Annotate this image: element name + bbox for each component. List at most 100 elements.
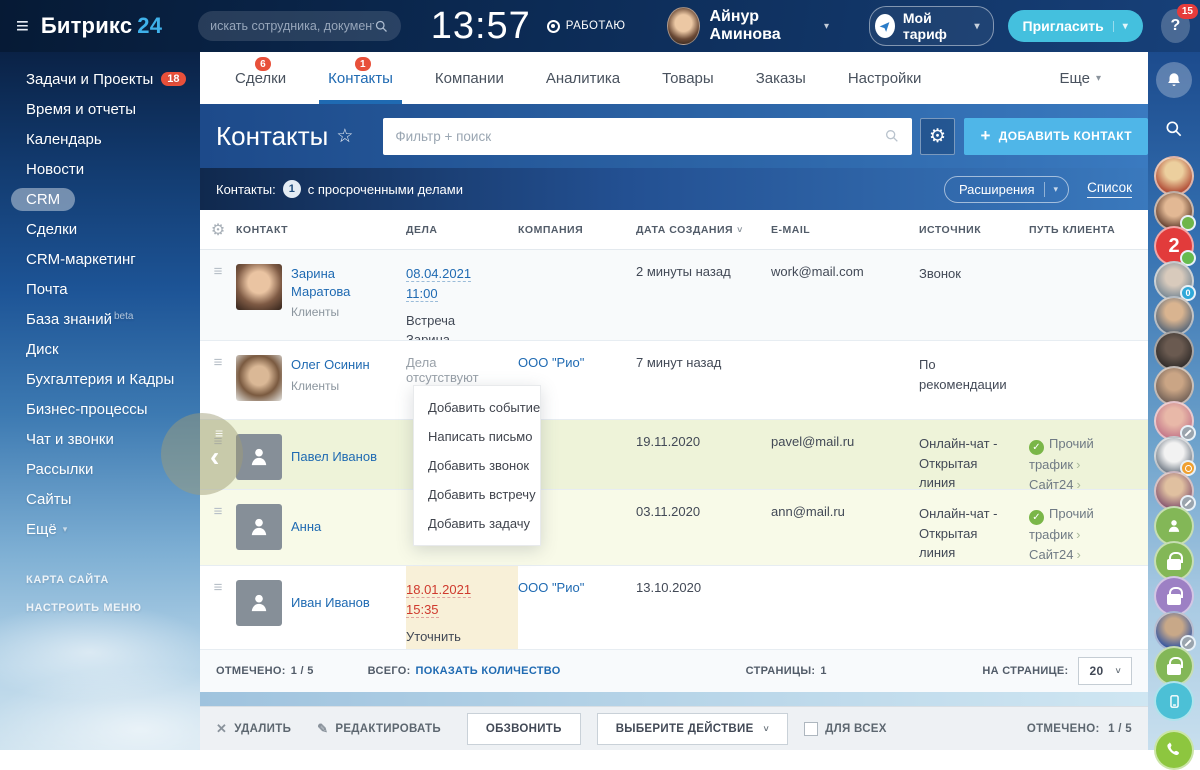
sidebar-item-sites[interactable]: Сайты bbox=[0, 484, 200, 514]
chat-avatar[interactable] bbox=[1154, 191, 1194, 231]
tab-more[interactable]: Еще▾ bbox=[1038, 52, 1122, 104]
contact-name-link[interactable]: Олег Осинин bbox=[291, 356, 370, 374]
configure-menu-link[interactable]: НАСТРОИТЬ МЕНЮ bbox=[0, 594, 200, 622]
view-settings-button[interactable]: ⚙ bbox=[920, 118, 956, 155]
favorite-star-icon[interactable]: ☆ bbox=[336, 125, 353, 148]
col-source[interactable]: ИСТОЧНИК bbox=[919, 224, 1029, 236]
sidebar-item-crm[interactable]: CRM bbox=[0, 184, 200, 214]
invite-button[interactable]: Пригласить ▾ bbox=[1008, 10, 1143, 42]
chat-avatar[interactable] bbox=[1154, 471, 1194, 511]
sidebar-item-deals[interactable]: Сделки bbox=[0, 214, 200, 244]
private-chat-button[interactable] bbox=[1154, 541, 1194, 581]
view-mode-list-link[interactable]: Список bbox=[1087, 180, 1132, 198]
chevron-right-icon[interactable]: › bbox=[1076, 477, 1080, 491]
chat-unread-counter[interactable]: 2 bbox=[1154, 226, 1194, 266]
contact-name-link[interactable]: Анна bbox=[291, 518, 321, 536]
filter-search-input[interactable] bbox=[395, 129, 883, 144]
drag-handle-icon[interactable]: ≡ bbox=[214, 355, 223, 419]
private-chat-button[interactable] bbox=[1154, 646, 1194, 686]
tab-settings[interactable]: Настройки bbox=[827, 52, 943, 104]
notifications-bell-button[interactable] bbox=[1156, 62, 1192, 98]
user-menu[interactable]: Айнур Аминова ▾ bbox=[667, 7, 829, 45]
checkbox[interactable] bbox=[804, 722, 818, 736]
telephony-button[interactable] bbox=[1154, 730, 1194, 770]
company-link[interactable]: ООО "Рио" bbox=[518, 580, 584, 595]
table-row[interactable]: ≡ Олег Осинин Клиенты Дела отсутствуют О… bbox=[200, 341, 1148, 420]
tab-companies[interactable]: Компании bbox=[414, 52, 525, 104]
drag-handle-icon[interactable]: ≡ bbox=[214, 580, 223, 649]
drag-handle-icon[interactable]: ≡ bbox=[214, 504, 223, 565]
tab-products[interactable]: Товары bbox=[641, 52, 735, 104]
contact-name-link[interactable]: Зарина Маратова bbox=[291, 265, 392, 300]
extensions-button[interactable]: Расширения ▾ bbox=[944, 176, 1069, 203]
sitemap-link[interactable]: КАРТА САЙТА bbox=[0, 566, 200, 594]
chat-avatar[interactable] bbox=[1154, 611, 1194, 651]
overdue-activity-link[interactable]: 18.01.2021 15:35 bbox=[406, 582, 471, 618]
table-row[interactable]: ≡ Анна 03.11.2020 ann@mail.ru Онлайн-чат… bbox=[200, 490, 1148, 566]
menu-item-add-meeting[interactable]: Добавить встречу bbox=[414, 480, 540, 509]
col-created[interactable]: ДАТА СОЗДАНИЯ˅ bbox=[636, 224, 771, 236]
call-button[interactable]: ОБЗВОНИТЬ bbox=[467, 713, 581, 745]
chat-avatar[interactable] bbox=[1154, 331, 1194, 371]
sidebar-item-mail[interactable]: Почта bbox=[0, 274, 200, 304]
pages-value[interactable]: 1 bbox=[820, 665, 826, 677]
chevron-right-icon[interactable]: › bbox=[1076, 527, 1080, 542]
drag-handle-icon[interactable]: ≡ bbox=[214, 264, 223, 340]
bitrix-logo[interactable]: Битрикс 24 bbox=[41, 13, 162, 39]
rail-search-button[interactable] bbox=[1156, 114, 1192, 144]
col-contact[interactable]: КОНТАКТ bbox=[236, 224, 406, 236]
sidebar-item-more[interactable]: Ещё▾ bbox=[0, 514, 200, 544]
sidebar-item-accounting-hr[interactable]: Бухгалтерия и Кадры bbox=[0, 364, 200, 394]
show-count-link[interactable]: ПОКАЗАТЬ КОЛИЧЕСТВО bbox=[416, 665, 561, 677]
no-activities-note[interactable]: Дела отсутствуют bbox=[406, 355, 479, 385]
sidebar-item-tasks[interactable]: Задачи и Проекты18 bbox=[0, 64, 200, 94]
delete-button[interactable]: ✕ УДАЛИТЬ bbox=[216, 721, 291, 737]
for-all-checkbox[interactable]: ДЛЯ ВСЕХ bbox=[804, 722, 887, 736]
choose-action-dropdown[interactable]: ВЫБЕРИТЕ ДЕЙСТВИЕ ˅ bbox=[597, 713, 788, 745]
overdue-count-badge[interactable]: 1 bbox=[283, 180, 301, 198]
chevron-right-icon[interactable]: › bbox=[1076, 547, 1080, 562]
menu-item-add-task[interactable]: Добавить задачу bbox=[414, 509, 540, 538]
search-icon[interactable] bbox=[884, 128, 900, 144]
edit-button[interactable]: ✎ РЕДАКТИРОВАТЬ bbox=[317, 721, 441, 737]
table-row[interactable]: ≡ Зарина Маратова Клиенты 08.04.2021 11:… bbox=[200, 250, 1148, 341]
company-link[interactable]: ООО "Рио" bbox=[518, 355, 584, 370]
chevron-right-icon[interactable]: › bbox=[1076, 457, 1080, 472]
table-row[interactable]: ≡ Иван Иванов 18.01.2021 15:35 Уточнить … bbox=[200, 566, 1148, 650]
user-avatar[interactable] bbox=[667, 7, 699, 45]
menu-item-write-letter[interactable]: Написать письмо bbox=[414, 422, 540, 451]
private-channel-button[interactable] bbox=[1154, 576, 1194, 616]
chat-avatar[interactable] bbox=[1154, 156, 1194, 196]
col-email[interactable]: E-MAIL bbox=[771, 224, 919, 236]
global-search[interactable] bbox=[198, 11, 401, 41]
chat-avatar[interactable] bbox=[1154, 296, 1194, 336]
tab-analytics[interactable]: Аналитика bbox=[525, 52, 641, 104]
work-status-button[interactable]: РАБОТАЮ bbox=[547, 20, 626, 33]
per-page-select[interactable]: 20 ˅ bbox=[1078, 657, 1132, 685]
tab-deals[interactable]: Сделки6 bbox=[214, 52, 307, 104]
menu-item-add-call[interactable]: Добавить звонок bbox=[414, 451, 540, 480]
contact-name-link[interactable]: Павел Иванов bbox=[291, 448, 377, 466]
chat-avatar[interactable] bbox=[1154, 366, 1194, 406]
sidebar-item-news[interactable]: Новости bbox=[0, 154, 200, 184]
chat-avatar[interactable] bbox=[1154, 401, 1194, 441]
search-icon[interactable] bbox=[374, 19, 389, 34]
col-company[interactable]: КОМПАНИЯ bbox=[518, 224, 636, 236]
sidebar-item-crm-marketing[interactable]: CRM-маркетинг bbox=[0, 244, 200, 274]
clock[interactable]: 13:57 bbox=[431, 7, 531, 45]
menu-item-add-event[interactable]: Добавить событие bbox=[414, 393, 540, 422]
help-button[interactable]: ? 15 bbox=[1161, 9, 1190, 43]
col-activities[interactable]: ДЕЛА bbox=[406, 224, 518, 236]
tariff-button[interactable]: Мой тариф ▾ bbox=[869, 6, 994, 46]
sidebar-collapse-button[interactable]: ≡ ‹ bbox=[161, 413, 243, 495]
global-search-input[interactable] bbox=[210, 19, 374, 33]
sidebar-item-business-processes[interactable]: Бизнес-процессы bbox=[0, 394, 200, 424]
sidebar-item-knowledge-base[interactable]: База знанийbeta bbox=[0, 304, 200, 334]
menu-hamburger-icon[interactable]: ≡ bbox=[16, 13, 29, 39]
columns-gear-icon[interactable]: ⚙ bbox=[211, 220, 225, 240]
sidebar-item-drive[interactable]: Диск bbox=[0, 334, 200, 364]
tab-orders[interactable]: Заказы bbox=[735, 52, 827, 104]
group-chat-button[interactable] bbox=[1154, 506, 1194, 546]
sidebar-item-time-reports[interactable]: Время и отчеты bbox=[0, 94, 200, 124]
tab-contacts[interactable]: Контакты1 bbox=[307, 52, 414, 104]
